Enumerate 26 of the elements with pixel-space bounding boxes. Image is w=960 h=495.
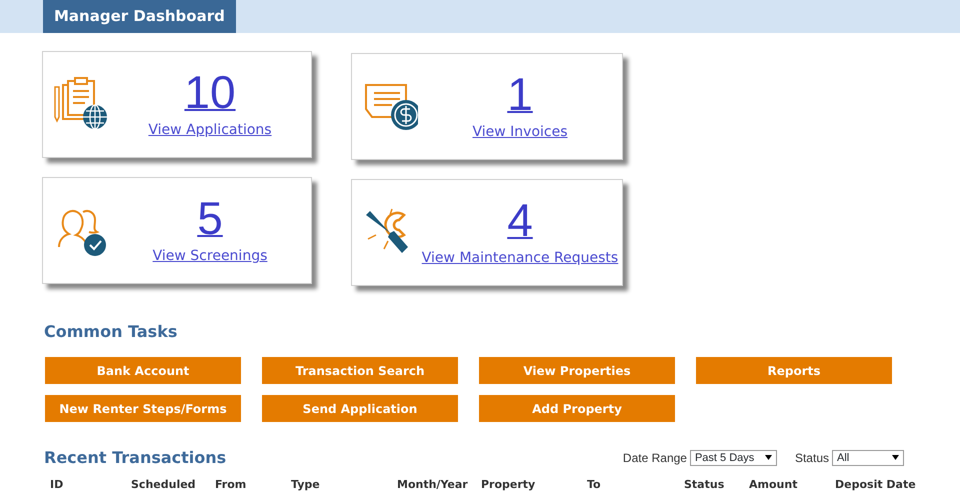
filter-label: Date Range [622,450,687,467]
column-header: Type [291,477,320,494]
view-link[interactable]: View Screenings [152,246,268,267]
column-header: Status [684,477,724,494]
count-link[interactable]: 10 [184,68,236,116]
count-link[interactable]: 4 [507,196,533,244]
column-header: Scheduled [131,477,196,494]
filter-label: Status [794,450,829,467]
column-header: Amount [749,477,798,494]
filter-select[interactable]: All [832,450,904,466]
column-header: Property [481,477,536,494]
view-link[interactable]: View Applications [148,120,272,141]
view-link[interactable]: View Invoices [472,122,568,143]
view-link[interactable]: View Maintenance Requests [422,248,618,269]
section-title: Recent Transactions [44,448,228,468]
column-header: ID [50,477,64,494]
section-title: Common Tasks [44,322,178,342]
count-link[interactable]: 1 [507,70,533,118]
dropdown-arrow-icon [764,455,772,460]
filter-select[interactable]: Past 5 Days [690,450,777,466]
column-header: Deposit Date [835,477,916,494]
count-link[interactable]: 5 [197,194,223,242]
column-header: To [587,477,601,494]
column-header: Month/Year [397,477,468,494]
dropdown-arrow-icon [892,455,899,460]
column-header: From [215,477,246,494]
